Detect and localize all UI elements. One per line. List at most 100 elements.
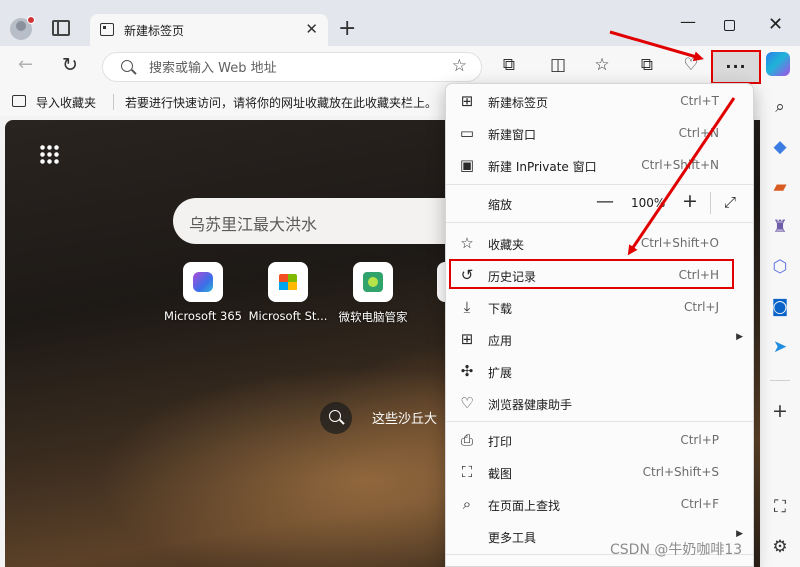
sidebar-divider [770,380,790,381]
collections-icon[interactable]: ⧉ [636,55,658,75]
shortcut-label: Microsoft St... [248,309,328,323]
story-search-button[interactable] [320,402,352,434]
sidebar-add-icon[interactable]: + [769,400,791,422]
web-search-box[interactable]: 乌苏里江最大洪水 [173,198,473,244]
print-icon: ⎙ [460,431,473,449]
zoom-in-icon[interactable]: + [682,190,698,212]
back-icon[interactable]: ← [18,54,33,75]
microsoft-365-icon [193,272,213,292]
menu-item-shortcut: Ctrl+Shift+N [641,158,719,172]
menu-item-label: 下载 [488,302,513,316]
close-window-icon[interactable]: ✕ [768,14,783,35]
menu-item-favorites[interactable]: ☆ 收藏夹 Ctrl+Shift+O [446,228,753,258]
menu-item-label: 缩放 [488,198,513,212]
microsoft-store-icon [279,274,297,290]
sidebar-shopping-tag-icon[interactable]: ◆ [769,136,791,158]
shortcut-label: 微软电脑管家 [338,310,408,324]
shortcut-microsoft-store[interactable]: Microsoft St... [248,262,328,323]
menu-item-shortcut: Ctrl+Shift+S [642,465,719,479]
new-tab-button[interactable]: + [338,18,356,40]
menu-item-label: 截图 [488,467,513,481]
zoom-out-icon[interactable]: — [596,191,614,212]
minimize-icon[interactable]: — [680,12,696,31]
background-story-text[interactable]: 这些沙丘大 [372,408,437,427]
menu-item-shortcut: Ctrl+Shift+O [640,236,719,250]
menu-item-new-tab[interactable]: ⊞ 新建标签页 Ctrl+T [446,86,753,116]
menu-item-new-window[interactable]: ▭ 新建窗口 Ctrl+N [446,118,753,148]
sidebar-tools-icon[interactable]: ▰ [769,176,791,198]
tab-new-tab[interactable]: 新建标签页 ✕ [90,14,328,46]
menu-item-new-inprivate-window[interactable]: ▣ 新建 InPrivate 窗口 Ctrl+Shift+N [446,150,753,180]
fullscreen-icon[interactable]: ⤢ [724,193,736,211]
shortcut-microsoft-365[interactable]: Microsoft 365 [163,262,243,323]
settings-and-more-button[interactable]: ··· [711,50,761,84]
menu-item-label: 扩展 [488,366,513,380]
menu-item-downloads[interactable]: ⤓ 下载 Ctrl+J [446,292,753,322]
menu-item-print[interactable]: ⎙ 打印 Ctrl+P [446,425,753,455]
menu-item-zoom: 缩放 — 100% + ⤢ [446,188,753,218]
copilot-icon[interactable] [766,52,790,76]
profile-notification-dot [27,16,35,24]
menu-item-shortcut: Ctrl+F [680,497,719,511]
search-suggestion: 乌苏里江最大洪水 [189,215,318,234]
sidebar-outlook-icon[interactable]: ◙ [769,296,791,318]
sidebar-send-icon[interactable]: ➤ [769,336,791,358]
menu-item-label: 新建标签页 [488,96,549,110]
browser-health-icon: ♡ [460,394,474,412]
menu-item-history[interactable]: ↺ 历史记录 Ctrl+H [446,260,753,290]
menu-item-label: 收藏夹 [488,238,525,252]
import-favorites-icon [12,95,26,107]
sidebar-search-icon[interactable]: ⌕ [769,96,791,118]
split-screen-icon[interactable]: ◫ [547,55,569,75]
menu-item-browser-health[interactable]: ♡ 浏览器健康助手 [446,388,753,418]
shortcut-label: Microsoft 365 [164,309,242,323]
shortcut-tile [183,262,223,302]
refresh-icon[interactable]: ↻ [62,54,78,76]
menu-divider [446,222,753,223]
find-icon: ⌕ [462,495,472,513]
app-launcher-icon[interactable] [39,144,59,164]
shortcut-pc-manager[interactable]: 微软电脑管家 [333,262,413,325]
menu-item-shortcut: Ctrl+T [680,94,719,108]
sidebar-screenshot-icon[interactable]: ⛶ [769,496,791,518]
new-window-icon: ▭ [459,124,475,142]
watermark: CSDN @牛奶咖啡13 [610,542,743,558]
submenu-arrow-icon: ▶ [736,332,743,342]
menu-item-extensions[interactable]: ✣ 扩展 [446,356,753,386]
menu-item-label: 浏览器健康助手 [488,398,573,412]
menu-item-find-on-page[interactable]: ⌕ 在页面上查找 Ctrl+F [446,489,753,519]
right-sidebar: ⌕ ◆ ▰ ♜ ⬡ ◙ ➤ + ⛶ ⚙ [760,88,800,567]
pc-manager-icon [363,272,383,292]
menu-item-shortcut: Ctrl+P [680,433,719,447]
search-icon [329,410,341,422]
menu-item-label: 新建 InPrivate 窗口 [488,160,597,174]
extensions-puzzle-icon[interactable]: ⧉ [498,55,520,75]
address-bar[interactable]: ☆ [102,52,482,82]
favorites-hint: 若要进行快速访问，请将你的网址收藏放在此收藏夹栏上。 [125,96,438,110]
screenshot-icon: ⛶ [461,463,473,481]
menu-item-label: 更多工具 [488,531,537,545]
menu-item-apps[interactable]: ⊞ 应用 ▶ [446,324,753,354]
menu-item-label: 历史记录 [488,270,537,284]
favorites-divider [113,94,114,110]
shortcut-tile [353,262,393,302]
shortcut-tile [268,262,308,302]
menu-item-shortcut: Ctrl+N [678,126,719,140]
maximize-icon[interactable] [724,20,735,31]
favorites-star-icon[interactable]: ☆ [591,55,613,75]
menu-item-screenshot[interactable]: ⛶ 截图 Ctrl+Shift+S [446,457,753,487]
more-dots-icon: ··· [725,57,747,76]
submenu-arrow-icon: ▶ [736,529,743,539]
browser-essentials-icon[interactable]: ♡ [680,55,702,75]
sidebar-games-icon[interactable]: ♜ [769,216,791,238]
add-favorite-star-icon[interactable]: ☆ [452,56,467,76]
search-icon [121,60,133,72]
import-favorites-button[interactable]: 导入收藏夹 [36,94,96,111]
tab-close-icon[interactable]: ✕ [305,20,318,38]
menu-item-shortcut: Ctrl+H [678,268,719,282]
sidebar-settings-gear-icon[interactable]: ⚙ [769,536,791,558]
tab-actions-icon[interactable] [52,20,70,36]
menu-item-label: 在页面上查找 [488,499,561,513]
sidebar-copilot-icon[interactable]: ⬡ [769,256,791,278]
address-input[interactable] [149,59,449,77]
